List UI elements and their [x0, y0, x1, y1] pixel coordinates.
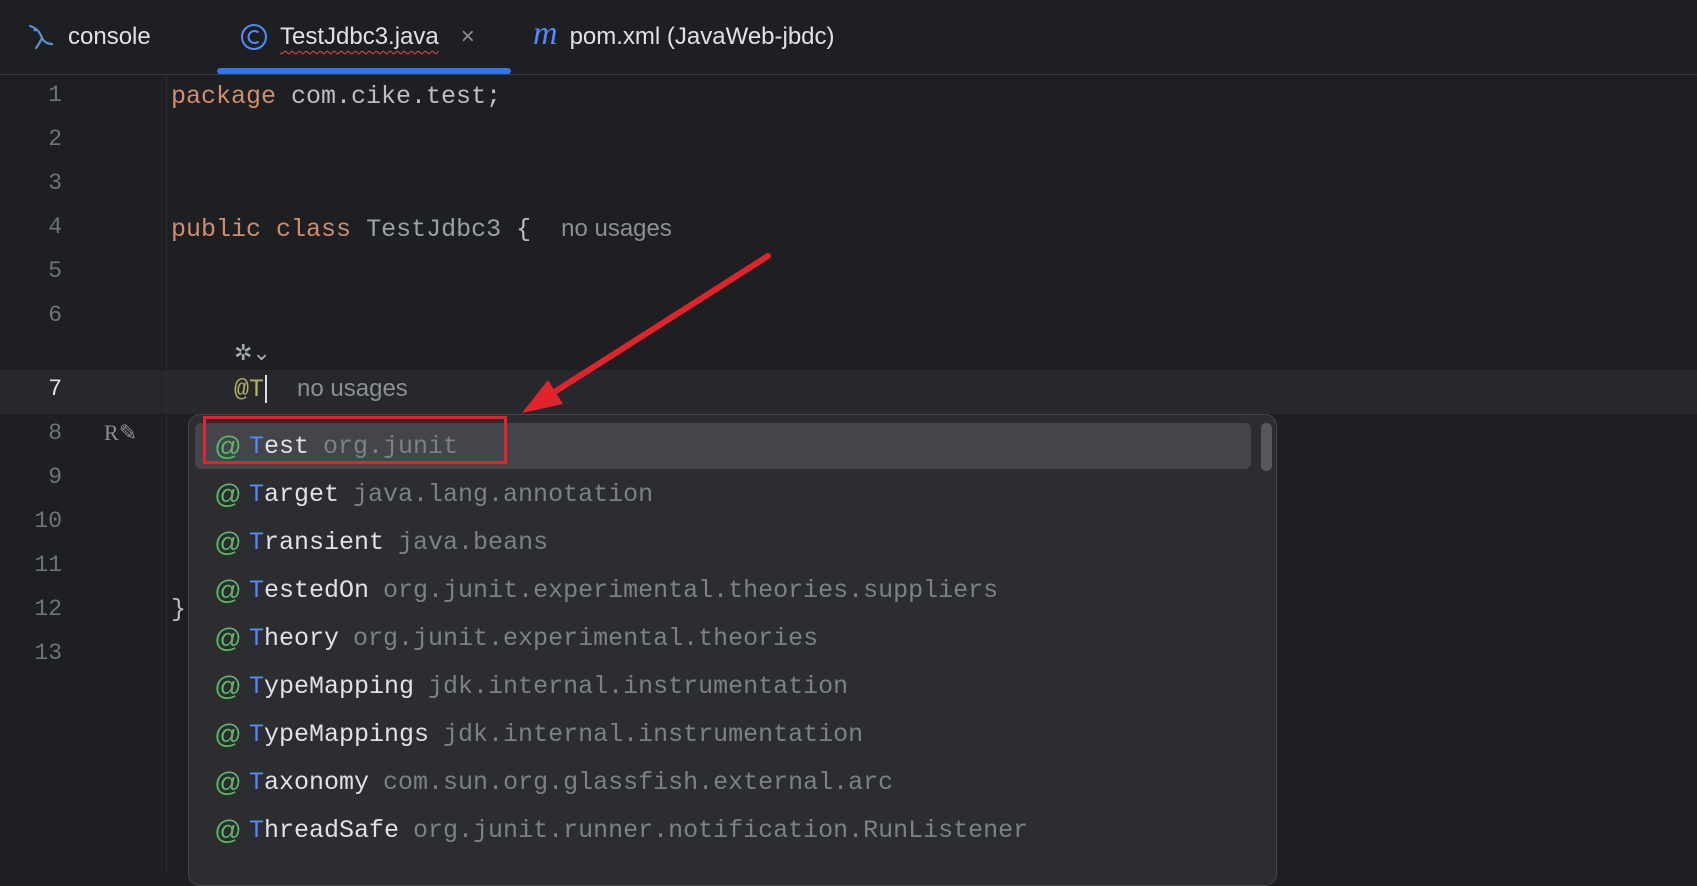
- ai-assistant-icon[interactable]: ✲⌄: [234, 340, 271, 366]
- completion-name: heory: [264, 623, 340, 653]
- completion-name: arget: [264, 479, 340, 509]
- completion-name: estedOn: [264, 575, 370, 605]
- completion-package: java.lang.annotation: [353, 479, 654, 509]
- code-line-12[interactable]: }: [171, 595, 186, 624]
- line-number[interactable]: 7: [0, 376, 62, 402]
- annotation-typed: @T: [234, 375, 265, 404]
- completion-item[interactable]: @ TypeMapping jdk.internal.instrumentation: [189, 663, 1251, 709]
- line-number[interactable]: 10: [0, 508, 62, 534]
- package-name: com.cike.test;: [276, 82, 502, 111]
- line-number[interactable]: 4: [0, 214, 62, 240]
- completion-package: jdk.internal.instrumentation: [428, 671, 849, 701]
- line-number[interactable]: 9: [0, 464, 62, 490]
- highlight-box: [203, 416, 507, 464]
- maven-icon: m: [533, 15, 558, 52]
- annotation-icon: @: [214, 670, 242, 701]
- completion-package: com.sun.org.glassfish.external.arc: [383, 767, 894, 797]
- completion-package: org.junit.experimental.theories: [353, 623, 819, 653]
- match-char: T: [249, 479, 265, 509]
- match-char: T: [249, 671, 265, 701]
- completion-package: java.beans: [398, 527, 549, 557]
- completion-item[interactable]: @ Taxonomy com.sun.org.glassfish.external.…: [189, 759, 1251, 805]
- tab-testjdbc3[interactable]: TestJdbc3.java ×: [240, 0, 475, 74]
- text-caret: [265, 375, 268, 404]
- keyword: package: [171, 82, 277, 111]
- annotation-icon: @: [214, 526, 242, 557]
- line-number[interactable]: 2: [0, 126, 62, 152]
- class-name: TestJdbc3: [366, 215, 502, 244]
- closing-brace: }: [171, 595, 187, 624]
- completion-package: org.junit.runner.notification.RunListene…: [413, 815, 1029, 845]
- keyword: class: [276, 215, 352, 244]
- close-icon[interactable]: ×: [461, 23, 475, 51]
- tab-console[interactable]: console: [26, 0, 151, 74]
- tab-label: console: [68, 23, 151, 50]
- tab-pom-xml[interactable]: m pom.xml (JavaWeb-jbdc): [533, 0, 835, 74]
- gutter-separator: [166, 75, 167, 873]
- match-char: T: [249, 767, 265, 797]
- line-number[interactable]: 11: [0, 552, 62, 578]
- annotation-icon: @: [214, 718, 242, 749]
- code-line-4[interactable]: public class TestJdbc3 { no usages: [171, 215, 672, 244]
- usages-hint[interactable]: no usages: [297, 375, 408, 402]
- tab-label: TestJdbc3.java: [280, 23, 439, 50]
- completion-package: org.junit.experimental.theories.supplier…: [383, 575, 999, 605]
- completion-name: ypeMappings: [264, 719, 430, 749]
- match-char: T: [249, 719, 265, 749]
- active-tab-indicator: [217, 68, 511, 74]
- code-completion-popup[interactable]: @ Test org.junit @ Target java.lang.annotatio…: [188, 414, 1277, 886]
- code-line-7[interactable]: @T no usages: [234, 375, 408, 404]
- completion-package: jdk.internal.instrumentation: [443, 719, 864, 749]
- completion-name: axonomy: [264, 767, 370, 797]
- annotation-icon: @: [214, 478, 242, 509]
- line-number[interactable]: 3: [0, 170, 62, 196]
- completion-name: ypeMapping: [264, 671, 415, 701]
- line-number[interactable]: 1: [0, 82, 62, 108]
- completion-item[interactable]: @ TypeMappings jdk.internal.instrumentatio…: [189, 711, 1251, 757]
- code-line-1[interactable]: package com.cike.test;: [171, 82, 501, 111]
- annotation-icon: @: [214, 622, 242, 653]
- popup-scrollbar[interactable]: [1261, 423, 1272, 471]
- usages-hint[interactable]: no usages: [561, 215, 672, 242]
- line-number[interactable]: 6: [0, 302, 62, 328]
- mysql-dolphin-icon: [26, 22, 56, 52]
- completion-item[interactable]: @ Theory org.junit.experimental.theories: [189, 615, 1251, 661]
- completion-item[interactable]: @ Target java.lang.annotation: [189, 471, 1251, 517]
- match-char: T: [249, 623, 265, 653]
- match-char: T: [249, 527, 265, 557]
- annotation-icon: @: [214, 766, 242, 797]
- completion-name: ransient: [264, 527, 385, 557]
- completion-item[interactable]: @ ThreadSafe org.junit.runner.notification…: [189, 807, 1251, 853]
- line-number[interactable]: 12: [0, 596, 62, 622]
- annotation-icon: @: [214, 574, 242, 605]
- tab-label: pom.xml (JavaWeb-jbdc): [569, 23, 835, 50]
- line-number[interactable]: 5: [0, 258, 62, 284]
- match-char: T: [249, 575, 265, 605]
- completion-item[interactable]: @ Transient java.beans: [189, 519, 1251, 565]
- class-icon: [240, 23, 268, 51]
- recursive-edit-icon[interactable]: R✎: [104, 420, 137, 446]
- annotation-icon: @: [214, 814, 242, 845]
- keyword: public: [171, 215, 262, 244]
- match-char: T: [249, 815, 265, 845]
- line-number[interactable]: 13: [0, 640, 62, 666]
- editor-tab-bar: console TestJdbc3.java × m pom.xml (Java…: [0, 0, 1697, 75]
- brace: {: [501, 215, 532, 244]
- completion-item[interactable]: @ TestedOn org.junit.experimental.theories…: [189, 567, 1251, 613]
- completion-name: hreadSafe: [264, 815, 400, 845]
- line-number[interactable]: 8: [0, 420, 62, 446]
